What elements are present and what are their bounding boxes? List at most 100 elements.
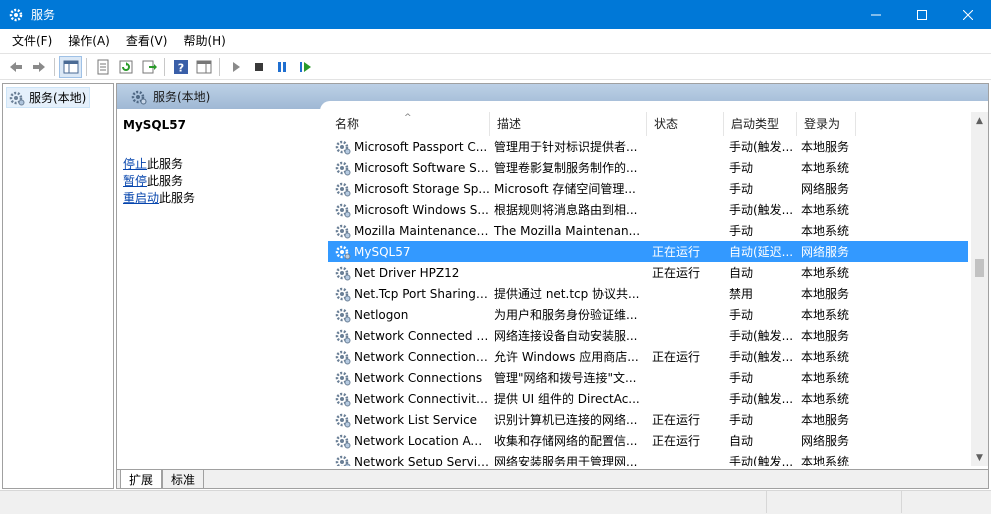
status-cell: [0, 491, 767, 513]
action-pane-icon: [196, 60, 211, 73]
close-button[interactable]: [945, 0, 991, 29]
column-label: 状态: [654, 117, 679, 131]
column-label: 名称: [335, 117, 360, 131]
cell-startup-type: 手动: [729, 161, 754, 175]
column-header-row: ^ 名称 描述 状态 启动类型 登录为: [328, 112, 968, 136]
cell-startup-type: 手动: [729, 308, 754, 322]
table-row[interactable]: Microsoft Windows S... 根据规则将消息路由到相... 手动(触…: [328, 199, 968, 220]
cell-log-on-as: 本地系统: [801, 455, 850, 466]
table-row[interactable]: Microsoft Software Sh... 管理卷影复制服务制作的... 手动…: [328, 157, 968, 178]
cell-description: 管理"网络和拨号连接"文...: [494, 371, 637, 385]
table-row[interactable]: Netlogon 为用户和服务身份验证维... 手动 本地系统: [328, 304, 968, 325]
properties-button[interactable]: [91, 56, 114, 78]
show-hide-console-tree-button[interactable]: [59, 55, 82, 78]
stop-service-button[interactable]: [247, 56, 270, 78]
service-gear-icon: [335, 224, 351, 238]
service-name: Network List Service: [354, 412, 478, 427]
back-button[interactable]: [4, 56, 27, 78]
cell-name: Network Connections: [328, 370, 490, 386]
cell-name: MySQL57: [328, 244, 490, 260]
pause-service-link[interactable]: 暂停: [123, 174, 147, 188]
pause-service-button[interactable]: [270, 56, 293, 78]
selected-service-name: MySQL57: [123, 118, 186, 132]
sort-ascending-icon: ^: [404, 113, 412, 123]
service-gear-icon: [335, 287, 351, 301]
table-row[interactable]: Mozilla Maintenance ... The Mozilla Maint…: [328, 220, 968, 241]
pane-header: 服务(本地): [117, 84, 988, 121]
menu-view[interactable]: 查看(V): [118, 29, 176, 53]
cell-description: 网络安装服务用于管理网...: [494, 455, 638, 466]
cell-log-on-as: 本地系统: [801, 308, 850, 322]
scroll-thumb[interactable]: [975, 259, 984, 277]
scroll-up-arrow-icon[interactable]: ▲: [971, 112, 988, 129]
tree-item-services-local[interactable]: 服务(本地): [6, 87, 91, 108]
action-restart: 重启动此服务: [123, 190, 321, 207]
service-name: Network Connections: [354, 370, 483, 385]
service-name: Network Location Aw...: [354, 433, 490, 448]
tree-item-label: 服务(本地): [29, 91, 87, 105]
tab-extended[interactable]: 扩展: [120, 470, 163, 488]
table-row[interactable]: Net Driver HPZ12 正在运行 自动 本地系统: [328, 262, 968, 283]
column-header-description[interactable]: 描述: [490, 112, 647, 136]
menu-action[interactable]: 操作(A): [60, 29, 118, 53]
action-suffix: 此服务: [147, 157, 184, 171]
column-header-log-on-as[interactable]: 登录为: [797, 112, 856, 136]
table-row[interactable]: Network List Service 识别计算机已连接的网络... 正在运行 手动…: [328, 409, 968, 430]
cell-status: 正在运行: [652, 413, 701, 427]
column-header-startup-type[interactable]: 启动类型: [724, 112, 797, 136]
show-hide-action-pane-button[interactable]: [192, 56, 215, 78]
column-header-name[interactable]: ^ 名称: [328, 112, 490, 136]
restart-service-link[interactable]: 重启动: [123, 191, 159, 205]
cell-description: 提供通过 net.tcp 协议共...: [494, 287, 640, 301]
table-row[interactable]: Network Connected D... 网络连接设备自动安装服... 手动(触…: [328, 325, 968, 346]
cell-log-on-as: 本地系统: [801, 224, 850, 238]
cell-log-on-as: 本地系统: [801, 266, 850, 280]
title-bar[interactable]: 服务: [0, 0, 991, 29]
action-suffix: 此服务: [147, 174, 184, 188]
service-gear-icon: [335, 434, 351, 448]
column-header-status[interactable]: 状态: [647, 112, 724, 136]
menu-help[interactable]: 帮助(H): [175, 29, 233, 53]
cell-name: Netlogon: [328, 307, 490, 323]
start-service-button[interactable]: [224, 56, 247, 78]
menu-file[interactable]: 文件(F): [4, 29, 60, 53]
cell-log-on-as: 本地系统: [801, 203, 850, 217]
view-tabs: 扩展 标准: [117, 469, 988, 488]
column-label: 启动类型: [731, 117, 780, 131]
forward-button[interactable]: [27, 56, 50, 78]
table-row[interactable]: MySQL57 正在运行 自动(延迟... 网络服务: [328, 241, 968, 262]
cell-description: 允许 Windows 应用商店...: [494, 350, 639, 364]
service-gear-icon: [335, 161, 351, 175]
cell-log-on-as: 本地服务: [801, 329, 850, 343]
vertical-scrollbar[interactable]: ▲ ▼: [971, 112, 988, 466]
minimize-button[interactable]: [853, 0, 899, 29]
export-list-button[interactable]: [137, 56, 160, 78]
tab-standard[interactable]: 标准: [162, 470, 205, 488]
service-name: Network Connection ...: [354, 349, 490, 364]
table-row[interactable]: Network Connectivity ... 提供 UI 组件的 Direct…: [328, 388, 968, 409]
svg-text:?: ?: [177, 61, 183, 74]
cell-startup-type: 自动: [729, 434, 754, 448]
table-row[interactable]: Microsoft Passport C... 管理用于针对标识提供者... 手动(…: [328, 136, 968, 157]
status-cell: [767, 491, 902, 513]
forward-arrow-icon: [32, 61, 45, 72]
table-row[interactable]: Network Setup Service 网络安装服务用于管理网... 手动(触发…: [328, 451, 968, 466]
table-row[interactable]: Network Location Aw... 收集和存储网络的配置信... 正在运行…: [328, 430, 968, 451]
table-row[interactable]: Network Connection ... 允许 Windows 应用商店...…: [328, 346, 968, 367]
help-button[interactable]: ?: [169, 56, 192, 78]
service-name: Network Connectivity ...: [354, 391, 490, 406]
cell-log-on-as: 本地系统: [801, 350, 850, 364]
stop-service-link[interactable]: 停止: [123, 157, 147, 171]
restart-service-button[interactable]: [293, 56, 316, 78]
cell-name: Microsoft Software Sh...: [328, 160, 490, 176]
maximize-button[interactable]: [899, 0, 945, 29]
cell-name: Microsoft Windows S...: [328, 202, 490, 218]
table-row[interactable]: Network Connections 管理"网络和拨号连接"文... 手动 本地系统: [328, 367, 968, 388]
scroll-down-arrow-icon[interactable]: ▼: [971, 449, 988, 466]
table-row[interactable]: Net.Tcp Port Sharing ... 提供通过 net.tcp 协议共…: [328, 283, 968, 304]
table-row[interactable]: Microsoft Storage Sp... Microsoft 存储空间管理.…: [328, 178, 968, 199]
refresh-button[interactable]: [114, 56, 137, 78]
column-label: 描述: [497, 117, 522, 131]
service-gear-icon: [335, 413, 351, 427]
service-name: Mozilla Maintenance ...: [354, 223, 490, 238]
